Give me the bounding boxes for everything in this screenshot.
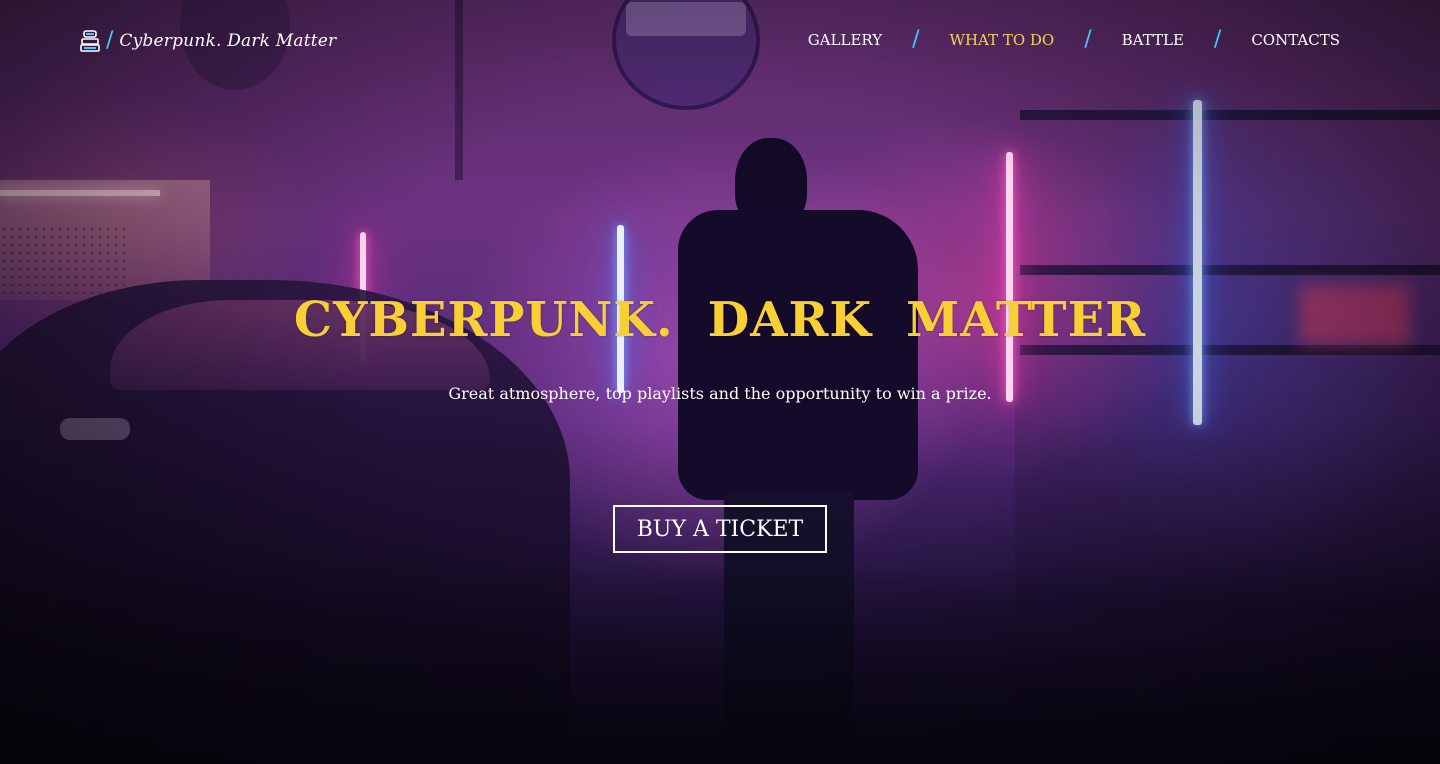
dj-console-icon	[80, 30, 100, 52]
nav-item-contacts[interactable]: CONTACTS	[1251, 31, 1340, 49]
logo-text: Cyberpunk. Dark Matter	[119, 31, 337, 51]
nav-separator: /	[1084, 27, 1092, 52]
nav-item-what-to-do[interactable]: WHAT TO DO	[950, 31, 1055, 49]
site-header: / Cyberpunk. Dark Matter GALLERY / WHAT …	[0, 0, 1440, 80]
vignette-overlay	[0, 0, 1440, 764]
nav-item-battle[interactable]: BATTLE	[1122, 31, 1184, 49]
logo-separator: /	[106, 28, 114, 53]
hero-title-part: Cyberpunk.	[293, 292, 674, 348]
hero-title-part: Matter	[906, 292, 1147, 348]
nav-separator: /	[1213, 27, 1222, 52]
hero-subtitle: Great atmosphere, top playlists and the …	[448, 384, 992, 403]
main-nav: GALLERY / WHAT TO DO / BATTLE / CONTACTS	[808, 28, 1340, 52]
logo-link[interactable]: / Cyberpunk. Dark Matter	[80, 26, 336, 56]
hero-background	[0, 0, 1440, 764]
buy-ticket-button[interactable]: BUY A TICKET	[613, 505, 827, 553]
hero-title: Cyberpunk. Dark Matter	[0, 292, 1440, 348]
nav-separator: /	[912, 27, 920, 52]
hero-title-part: Dark	[707, 292, 873, 348]
nav-item-gallery[interactable]: GALLERY	[808, 31, 882, 49]
